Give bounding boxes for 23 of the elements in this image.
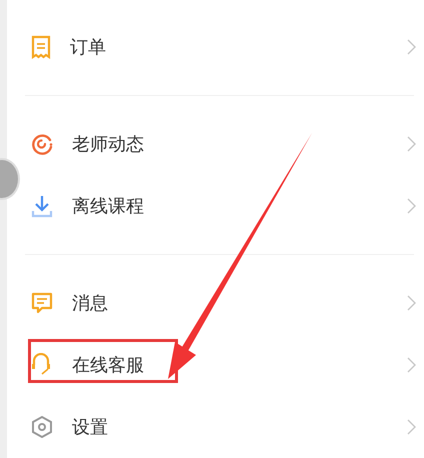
menu-item[interactable]: 设置 <box>7 396 424 458</box>
chevron-icon <box>407 39 416 55</box>
menu-item[interactable]: 消息 <box>7 272 424 334</box>
chevron-icon <box>407 357 416 373</box>
chevron-icon <box>407 136 416 152</box>
swirl-icon <box>30 132 54 156</box>
menu-item[interactable]: 离线课程 <box>7 175 424 237</box>
chevron-icon <box>407 419 416 435</box>
menu-item[interactable]: 订单 <box>7 16 424 78</box>
receipt-icon <box>30 35 52 59</box>
menu-item[interactable]: 在线客服 <box>7 334 424 396</box>
settings-icon <box>30 415 54 439</box>
menu-label: 订单 <box>70 36 107 59</box>
chevron-icon <box>407 198 416 214</box>
menu-label: 设置 <box>72 416 109 439</box>
download-icon <box>30 194 54 218</box>
menu-label: 离线课程 <box>72 195 145 218</box>
menu-label: 消息 <box>72 292 109 315</box>
menu-label: 老师动态 <box>72 133 145 156</box>
menu-label: 在线客服 <box>72 354 145 377</box>
chevron-icon <box>407 295 416 311</box>
message-icon <box>30 291 54 315</box>
menu-item[interactable]: 老师动态 <box>7 113 424 175</box>
